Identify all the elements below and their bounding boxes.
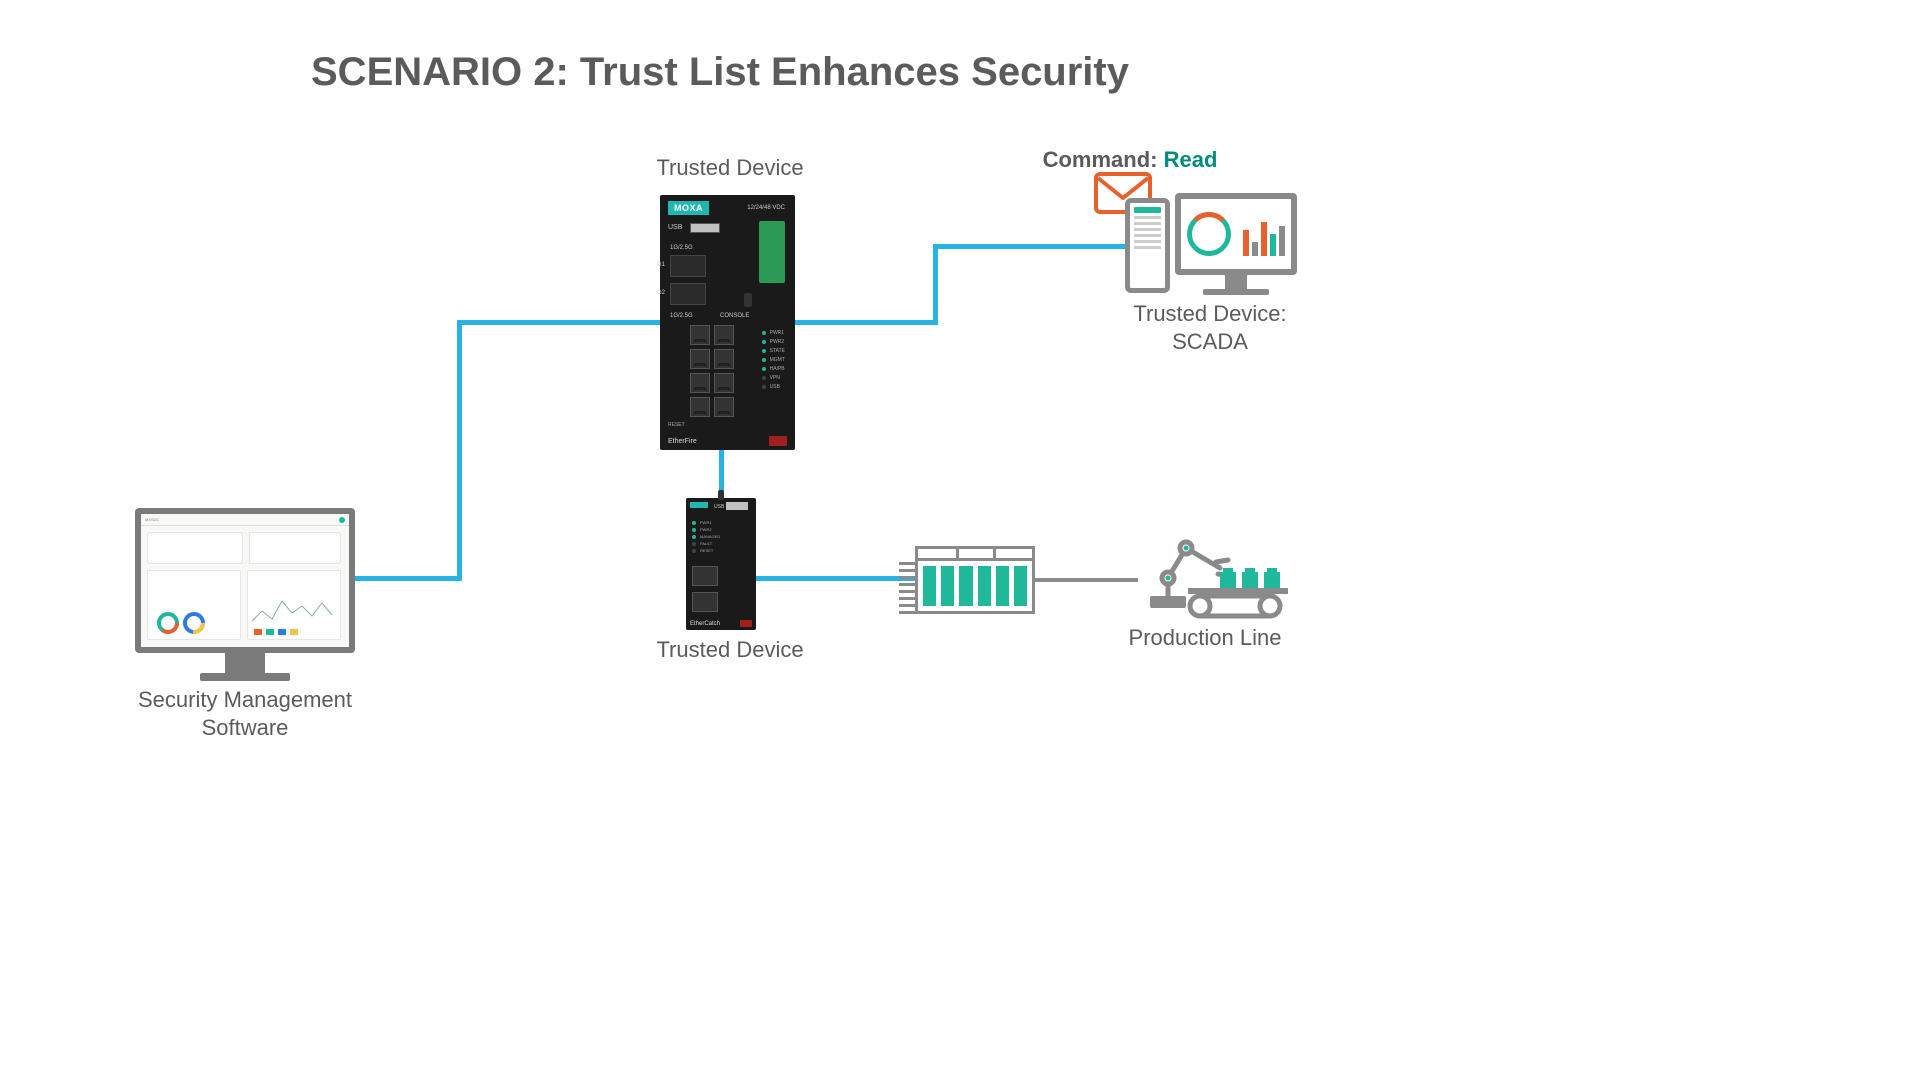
switch-device-icon: MOXA 12/24/48 VDC USB 1G/2.5G G1 G2 1G/2…	[660, 195, 795, 450]
robot-arm-icon	[1130, 530, 1290, 620]
conn-scada-h2	[933, 244, 1133, 249]
scada-icon	[1125, 193, 1300, 303]
switch-logo: MOXA	[668, 201, 709, 215]
switch-reset-label: RESET	[668, 422, 685, 428]
label-sms: Security Management Software	[95, 686, 395, 741]
switch-brand: EtherFire	[668, 438, 697, 445]
conn-scada-h1	[793, 320, 938, 325]
command-label: Command: Read	[1010, 146, 1250, 174]
conn-sms-to-switch	[457, 320, 662, 325]
label-production: Production Line	[1080, 624, 1330, 652]
switch-power-label: 12/24/48 VDC	[747, 205, 785, 211]
label-trusted-bottom: Trusted Device	[590, 636, 870, 664]
conn-scada-v	[933, 244, 938, 325]
label-scada: Trusted Device: SCADA	[1075, 300, 1345, 355]
label-trusted-top: Trusted Device	[590, 154, 870, 182]
sms-monitor-icon: MXSDC	[135, 508, 355, 681]
command-value: Read	[1164, 147, 1218, 172]
catch-device-icon: USB PWR1PWR2MANAGEDFAULTRESET EtherCatch	[686, 498, 756, 630]
catch-usb-label: USB	[714, 504, 724, 510]
switch-usb-label: USB	[668, 224, 682, 231]
command-prefix: Command:	[1043, 147, 1164, 172]
rack-icon	[915, 546, 1035, 616]
conn-catch-rack	[755, 576, 917, 581]
catch-brand: EtherCatch	[690, 621, 720, 627]
conn-sms-v	[457, 320, 462, 581]
conn-sms-h	[355, 576, 462, 581]
diagram-title: SCENARIO 2: Trust List Enhances Security	[0, 50, 1440, 95]
conn-rack-robot	[1033, 578, 1138, 582]
